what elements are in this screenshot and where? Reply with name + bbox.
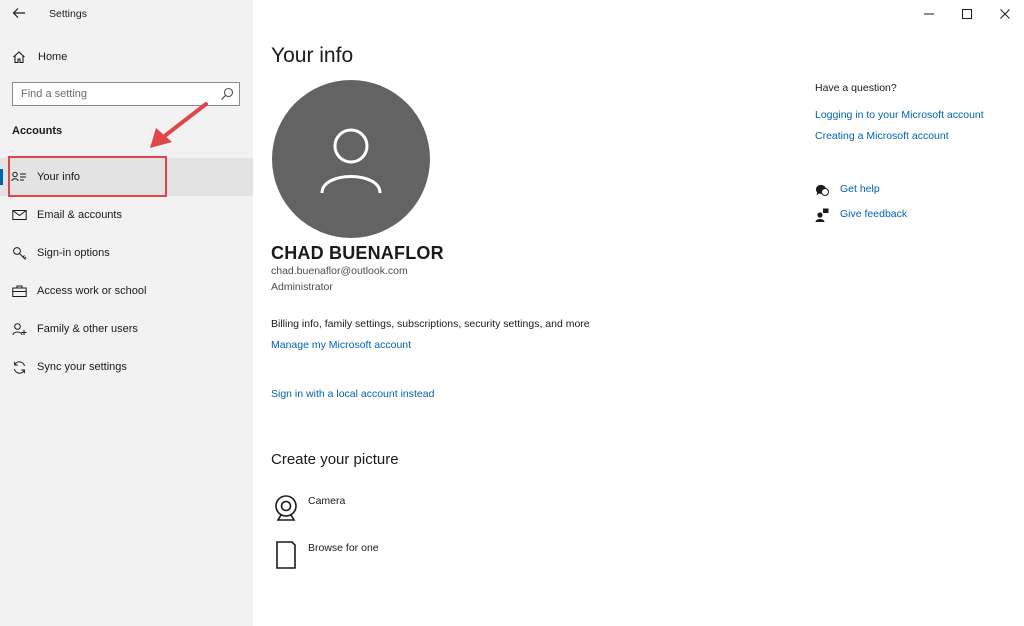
search-box[interactable] (12, 82, 240, 106)
briefcase-icon (11, 283, 27, 299)
sidebar-item-email-accounts[interactable]: Email & accounts (0, 196, 253, 234)
search-icon[interactable] (220, 87, 234, 101)
sidebar-item-label: Home (38, 51, 68, 63)
sidebar-item-access-work-school[interactable]: Access work or school (0, 272, 253, 310)
help-link-create-account[interactable]: Creating a Microsoft account (815, 130, 949, 142)
user-silhouette-icon (320, 128, 382, 194)
user-name: CHAD BUENAFLOR (271, 243, 444, 263)
manage-account-link[interactable]: Manage my Microsoft account (271, 339, 411, 351)
mail-icon (11, 207, 27, 223)
camera-option[interactable]: Camera (271, 493, 471, 527)
app-title: Settings (49, 8, 87, 20)
billing-description: Billing info, family settings, subscript… (271, 318, 590, 330)
sidebar-item-label: Sign-in options (37, 247, 110, 259)
create-picture-heading: Create your picture (271, 451, 399, 468)
user-role: Administrator (271, 281, 333, 293)
back-arrow-icon (12, 8, 25, 18)
file-icon (271, 540, 301, 570)
give-feedback-row[interactable]: Give feedback (815, 207, 975, 225)
page-title: Your info (271, 44, 354, 67)
local-account-link[interactable]: Sign in with a local account instead (271, 388, 434, 400)
sidebar-item-sign-in-options[interactable]: Sign-in options (0, 234, 253, 272)
selection-indicator (0, 169, 3, 185)
avatar (272, 80, 430, 238)
sidebar: Settings Home Accounts (0, 0, 253, 626)
person-add-icon (11, 321, 27, 337)
sidebar-item-label: Access work or school (37, 285, 147, 297)
get-help-row[interactable]: Get help (815, 182, 975, 200)
key-icon (11, 245, 27, 261)
section-heading: Accounts (12, 125, 63, 137)
main-content: Your info CHAD BUENAFLOR chad.buenaflor@… (253, 0, 1024, 626)
get-help-link[interactable]: Get help (840, 183, 880, 195)
camera-label: Camera (308, 495, 346, 507)
feedback-person-icon (815, 208, 829, 222)
sidebar-item-family-users[interactable]: Family & other users (0, 310, 253, 348)
sidebar-item-label: Email & accounts (37, 209, 122, 221)
sync-icon (11, 359, 27, 375)
sidebar-item-your-info[interactable]: Your info (0, 158, 253, 196)
sidebar-item-sync-settings[interactable]: Sync your settings (0, 348, 253, 386)
sidebar-item-label: Your info (37, 171, 81, 183)
help-link-logging-in[interactable]: Logging in to your Microsoft account (815, 109, 984, 121)
chat-help-icon (815, 183, 829, 197)
sidebar-item-label: Family & other users (37, 323, 138, 335)
camera-icon (271, 493, 301, 523)
user-email: chad.buenaflor@outlook.com (271, 265, 408, 277)
sidebar-item-label: Sync your settings (37, 361, 127, 373)
give-feedback-link[interactable]: Give feedback (840, 208, 907, 220)
browse-label: Browse for one (308, 542, 379, 554)
titlebar-left: Settings (0, 0, 253, 28)
person-card-icon (11, 169, 27, 185)
settings-window: Settings Home Accounts (0, 0, 1024, 626)
help-heading: Have a question? (815, 82, 897, 94)
search-input[interactable] (13, 83, 213, 105)
browse-option[interactable]: Browse for one (271, 540, 471, 574)
home-icon (11, 49, 27, 65)
back-button[interactable] (10, 4, 28, 22)
sidebar-item-home[interactable]: Home (0, 38, 253, 76)
